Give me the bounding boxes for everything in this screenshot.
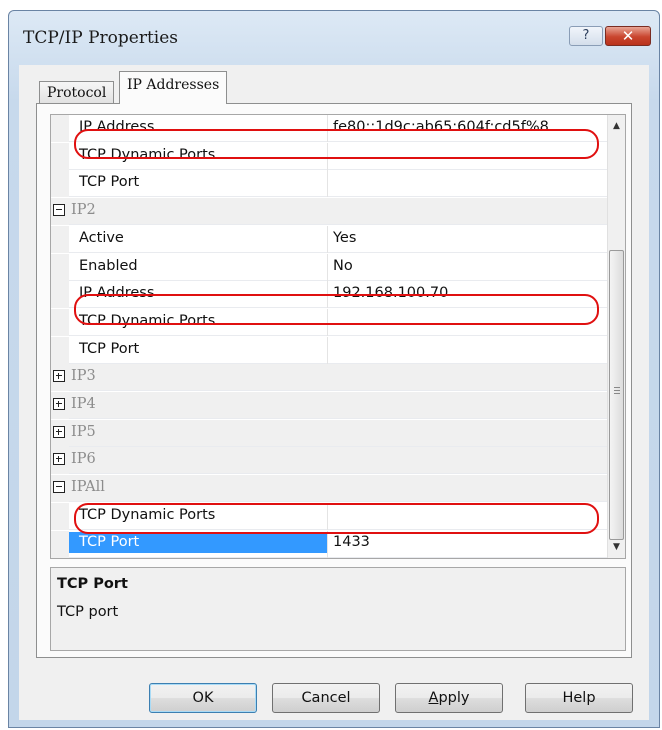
category-label: IP5 [71, 424, 96, 440]
column-separator [327, 309, 328, 336]
property-row[interactable]: TCP Dynamic Ports [51, 309, 607, 336]
property-row[interactable]: TCP Dynamic Ports [51, 503, 607, 530]
expand-icon[interactable] [53, 426, 65, 438]
property-name: TCP Port [79, 174, 140, 190]
title-bar[interactable]: TCP/IP Properties ? ✕ [9, 11, 659, 65]
close-button[interactable]: ✕ [605, 26, 651, 46]
property-row[interactable]: IP Address fe80::1d9c:ab65:604f:cd5f%8 [51, 115, 607, 142]
property-value[interactable]: fe80::1d9c:ab65:604f:cd5f%8 [333, 119, 549, 135]
property-row[interactable]: TCP Port [51, 170, 607, 197]
row-gutter [51, 226, 69, 253]
property-name: TCP Dynamic Ports [79, 313, 216, 329]
category-row[interactable]: IP2 [51, 198, 607, 225]
row-gutter [51, 143, 69, 170]
expand-icon[interactable] [53, 453, 65, 465]
property-name: Enabled [79, 258, 138, 274]
category-row[interactable]: IP4 [51, 392, 607, 419]
property-name: TCP Port [69, 532, 327, 553]
cancel-button[interactable]: Cancel [272, 683, 380, 713]
scroll-down-arrow-icon[interactable]: ▼ [608, 538, 625, 556]
ok-button[interactable]: OK [149, 683, 257, 713]
category-label: IP4 [71, 396, 96, 412]
property-name: TCP Port [79, 341, 140, 357]
property-name: IP Address [79, 285, 155, 301]
vertical-scrollbar[interactable]: ▲ ▼ [607, 115, 625, 558]
row-gutter [51, 281, 69, 308]
column-separator [327, 337, 328, 364]
property-row[interactable]: Active Yes [51, 226, 607, 253]
category-row[interactable]: IP5 [51, 420, 607, 447]
category-label: IP2 [71, 202, 96, 218]
dialog-title: TCP/IP Properties [23, 28, 178, 48]
property-row[interactable]: TCP Dynamic Ports [51, 143, 607, 170]
grip-icon [614, 387, 620, 394]
property-row[interactable]: TCP Port [51, 337, 607, 364]
property-value[interactable]: 1433 [333, 532, 370, 553]
column-separator [327, 115, 328, 142]
row-gutter [51, 337, 69, 364]
category-row[interactable]: IPAll [51, 475, 607, 502]
category-label: IP6 [71, 451, 96, 467]
column-separator [327, 226, 328, 253]
category-label: IPAll [71, 479, 105, 495]
property-row[interactable]: Enabled No [51, 254, 607, 281]
property-name: Active [79, 230, 124, 246]
category-label: IP3 [71, 368, 96, 384]
property-grid[interactable]: IP Address fe80::1d9c:ab65:604f:cd5f%8TCP… [50, 114, 626, 559]
dialog-body: Protocol IP Addresses IP Address fe80::1d… [19, 65, 649, 720]
tab-ip-addresses[interactable]: IP Addresses [119, 71, 228, 104]
property-value[interactable]: 192.168.100.70 [333, 285, 448, 301]
description-pane: TCP Port TCP port [50, 567, 626, 651]
row-gutter [51, 115, 69, 142]
property-value[interactable]: No [333, 258, 353, 274]
collapse-icon[interactable] [53, 204, 65, 216]
category-row[interactable]: IP3 [51, 364, 607, 391]
apply-mnemonic: A [428, 690, 439, 706]
apply-button[interactable]: Apply [395, 683, 503, 713]
row-gutter [51, 309, 69, 336]
row-gutter [51, 254, 69, 281]
row-gutter [51, 170, 69, 197]
property-row[interactable]: IP Address 192.168.100.70 [51, 281, 607, 308]
property-value[interactable]: Yes [333, 230, 356, 246]
property-name: IP Address [79, 119, 155, 135]
column-separator [327, 170, 328, 197]
row-gutter [51, 503, 69, 530]
collapse-icon[interactable] [53, 481, 65, 493]
property-row[interactable]: TCP Port 1433 [51, 531, 607, 558]
tcpip-properties-dialog: TCP/IP Properties ? ✕ Protocol IP Addres… [8, 10, 660, 728]
apply-label-rest: pply [438, 690, 470, 706]
category-row[interactable]: IP6 [51, 447, 607, 474]
expand-icon[interactable] [53, 370, 65, 382]
column-separator [327, 503, 328, 530]
column-separator [327, 143, 328, 170]
help-button[interactable]: Help [525, 683, 633, 713]
description-title: TCP Port [57, 576, 128, 592]
property-name: TCP Dynamic Ports [79, 507, 216, 523]
column-separator [327, 281, 328, 308]
column-separator [327, 531, 328, 558]
help-title-button[interactable]: ? [569, 26, 603, 46]
property-name: TCP Dynamic Ports [79, 147, 216, 163]
scroll-thumb[interactable] [609, 250, 624, 540]
expand-icon[interactable] [53, 398, 65, 410]
tab-protocol[interactable]: Protocol [39, 81, 115, 103]
scroll-up-arrow-icon[interactable]: ▲ [608, 117, 625, 135]
column-separator [327, 254, 328, 281]
tab-panel: IP Address fe80::1d9c:ab65:604f:cd5f%8TCP… [36, 103, 632, 658]
row-gutter [51, 531, 69, 558]
description-text: TCP port [57, 604, 119, 620]
